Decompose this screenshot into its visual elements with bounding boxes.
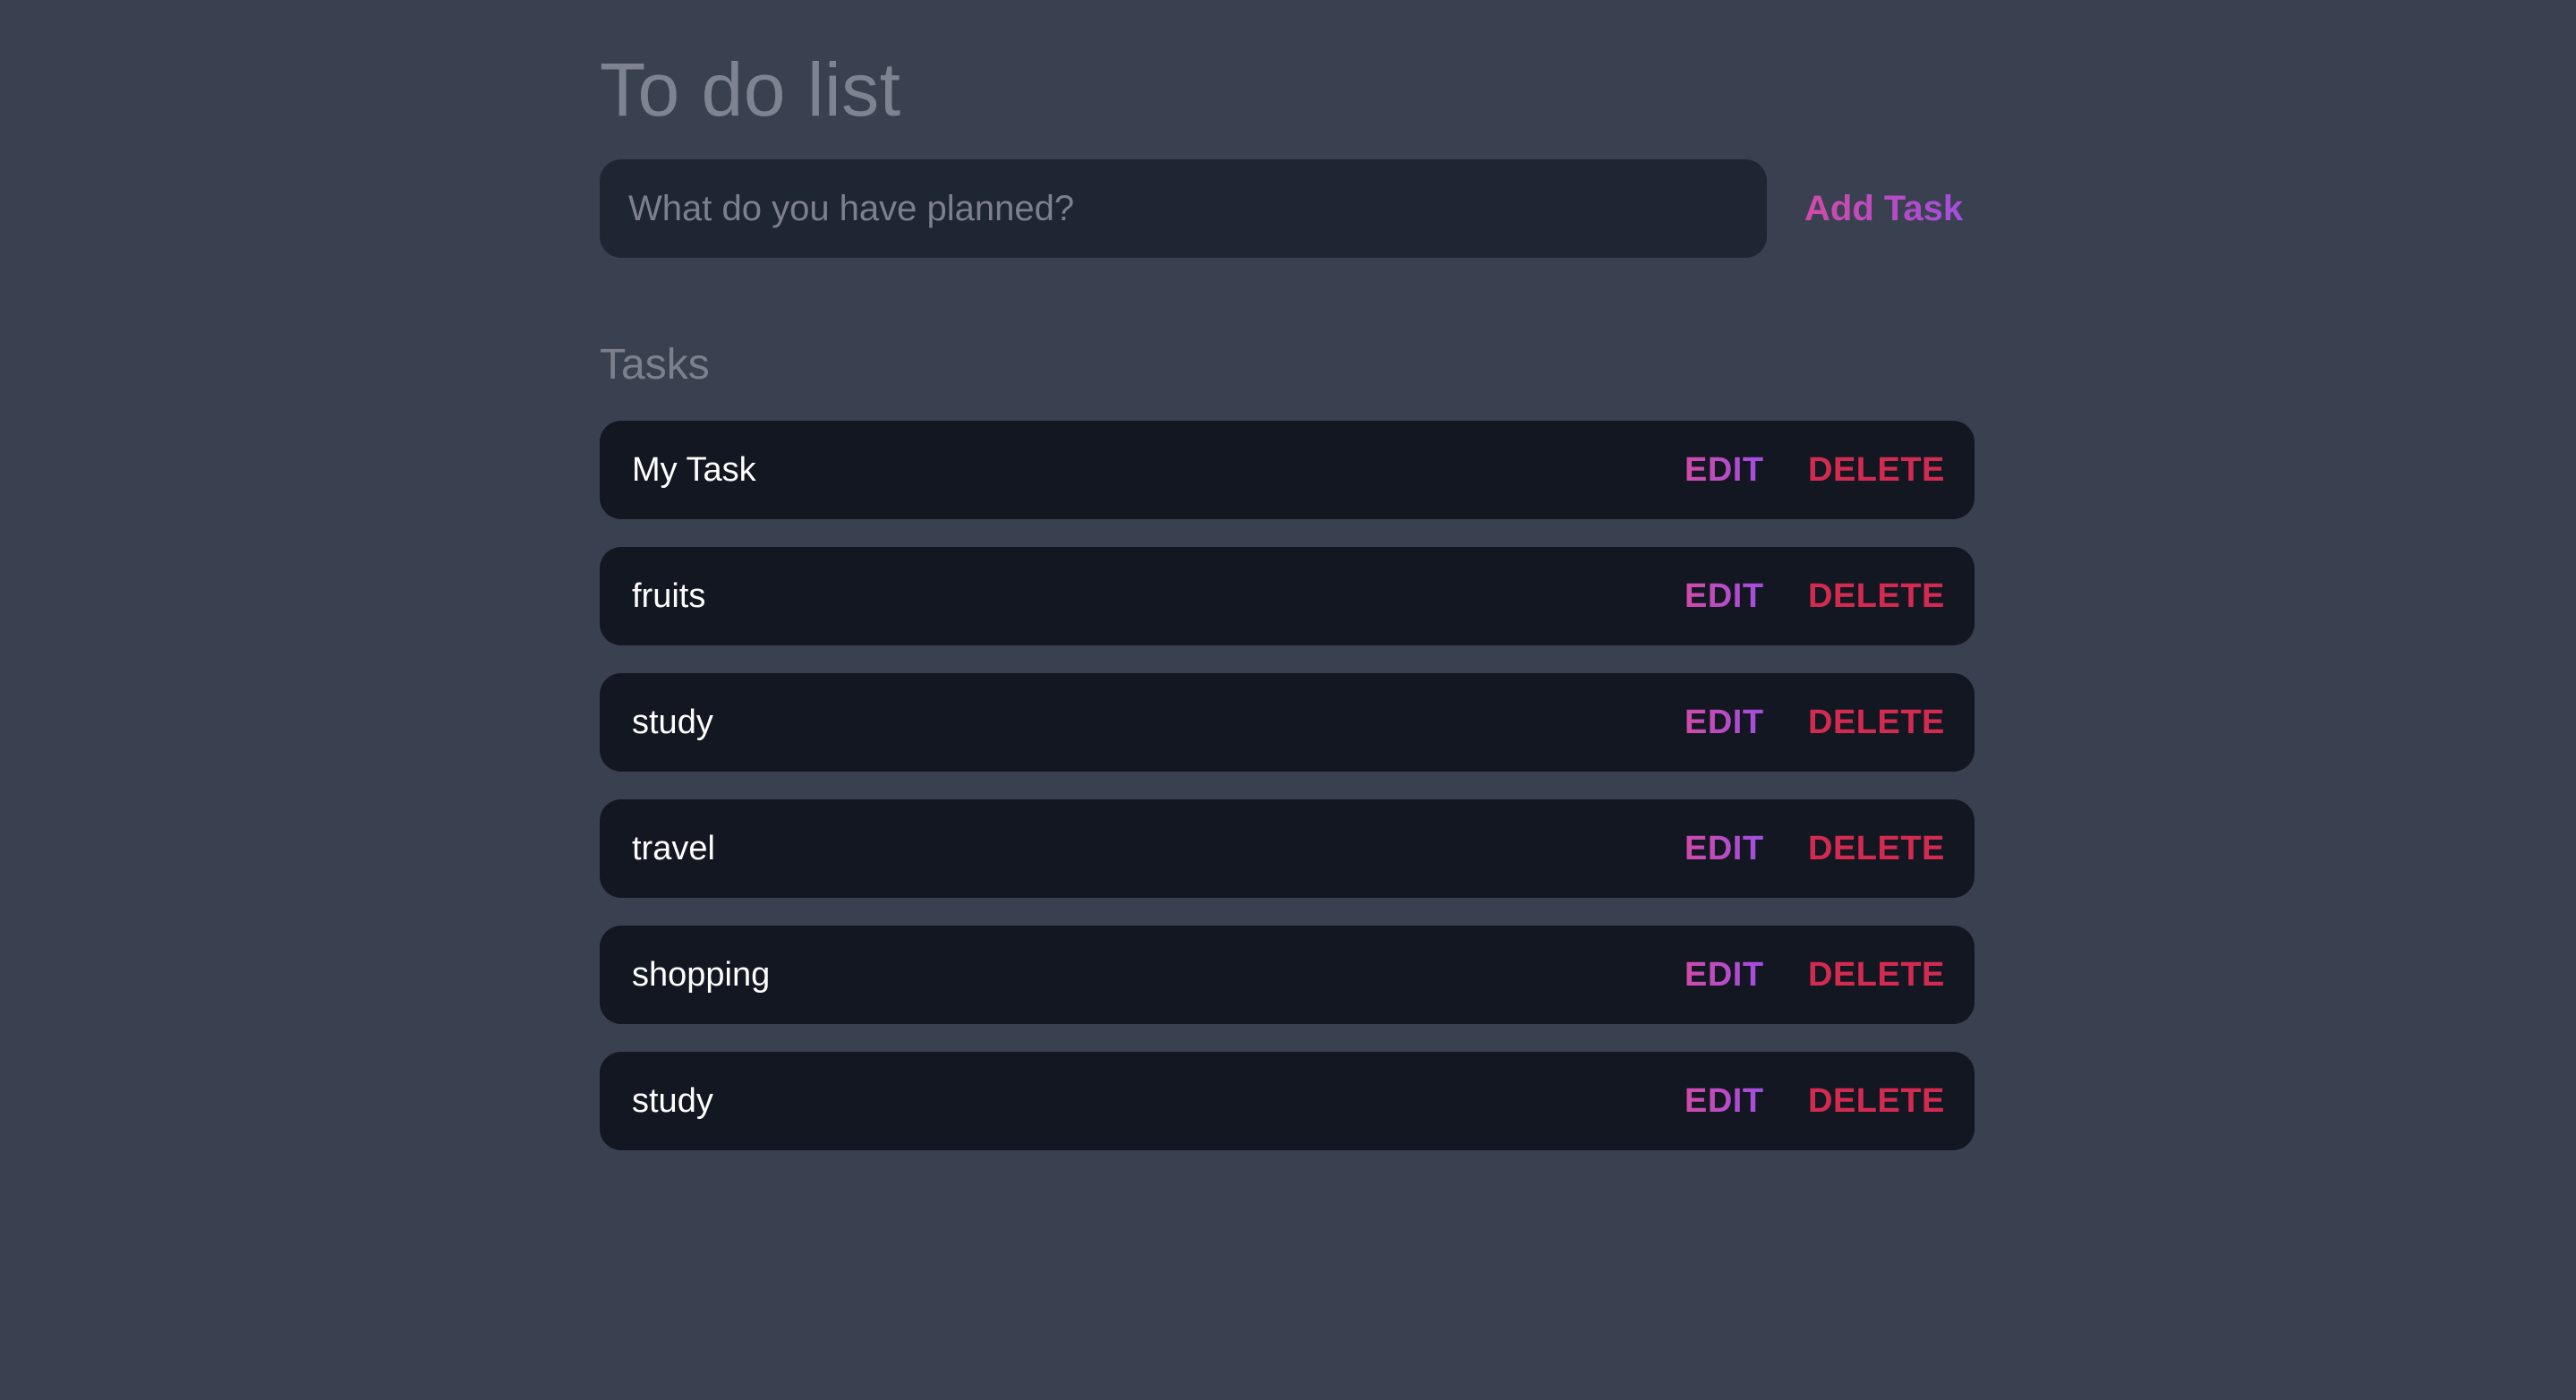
tasks-heading: Tasks [600,341,710,388]
edit-task-button[interactable]: EDIT [1685,673,1764,772]
task-text: fruits [632,577,706,615]
task-item: study EDIT DELETE [600,673,1975,772]
delete-task-button[interactable]: DELETE [1808,673,1945,772]
delete-task-button[interactable]: DELETE [1808,799,1945,898]
page-title: To do list [600,47,901,132]
task-text: travel [632,830,715,867]
delete-task-button[interactable]: DELETE [1808,1052,1945,1150]
edit-task-button[interactable]: EDIT [1685,547,1764,645]
delete-task-button[interactable]: DELETE [1808,547,1945,645]
new-task-form: Add Task [600,159,1975,258]
task-item: shopping EDIT DELETE [600,926,1975,1024]
task-item: My Task EDIT DELETE [600,421,1975,519]
edit-task-button[interactable]: EDIT [1685,1052,1764,1150]
delete-task-button[interactable]: DELETE [1808,926,1945,1024]
edit-task-button[interactable]: EDIT [1685,421,1764,519]
task-text: study [632,1082,713,1120]
task-item: study EDIT DELETE [600,1052,1975,1150]
task-item: travel EDIT DELETE [600,799,1975,898]
task-item: fruits EDIT DELETE [600,547,1975,645]
delete-task-button[interactable]: DELETE [1808,421,1945,519]
new-task-input[interactable] [600,159,1767,258]
task-list: My Task EDIT DELETE fruits EDIT DELETE s… [600,421,1975,1178]
task-text: study [632,704,713,741]
add-task-button[interactable]: Add Task [1804,159,1975,258]
edit-task-button[interactable]: EDIT [1685,926,1764,1024]
task-text: shopping [632,956,771,994]
task-text: My Task [632,451,756,489]
edit-task-button[interactable]: EDIT [1685,799,1764,898]
